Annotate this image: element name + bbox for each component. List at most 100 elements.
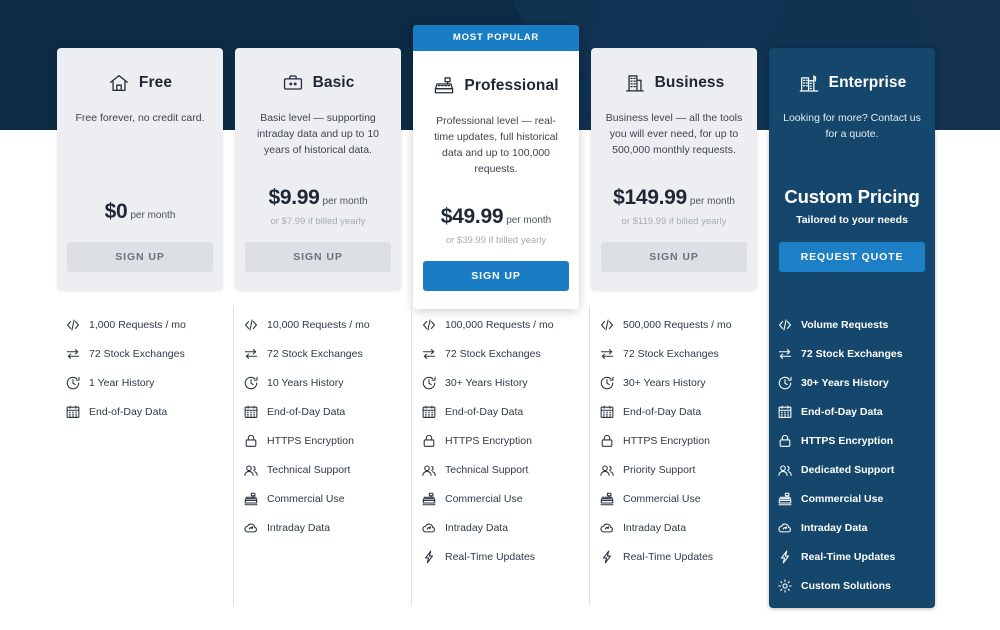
- plan-price-block: Custom Pricing Tailored to your needs: [779, 158, 925, 228]
- feature-label: Commercial Use: [445, 492, 523, 505]
- plan-price-period: per month: [689, 196, 735, 207]
- feature-item: 72 Stock Exchanges: [243, 339, 401, 368]
- register-icon: [243, 491, 259, 507]
- calendar-icon: [599, 404, 615, 420]
- plan-header-professional: Professional: [423, 51, 569, 113]
- sign-up-button-basic[interactable]: SIGN UP: [245, 242, 391, 272]
- gear-icon: [777, 578, 793, 594]
- request-quote-button[interactable]: REQUEST QUOTE: [779, 242, 925, 272]
- plan-price-period: per month: [130, 210, 176, 221]
- feature-label: Real-Time Updates: [801, 550, 896, 563]
- plan-price: $0: [104, 200, 128, 223]
- feature-label: 72 Stock Exchanges: [623, 347, 719, 360]
- cloud-refresh-icon: [243, 520, 259, 536]
- plan-card-professional: MOST POPULAR Professional Professional lev…: [413, 25, 579, 309]
- plan-header-free: Free: [67, 48, 213, 110]
- feature-item: 10 Years History: [243, 368, 401, 397]
- feature-item: Intraday Data: [599, 513, 757, 542]
- feature-item: Real-Time Updates: [599, 542, 757, 571]
- feature-item: Dedicated Support: [777, 455, 935, 484]
- feature-label: Custom Solutions: [801, 579, 891, 592]
- feature-item: 72 Stock Exchanges: [599, 339, 757, 368]
- feature-label: HTTPS Encryption: [445, 434, 532, 447]
- feature-item: End-of-Day Data: [421, 397, 579, 426]
- clock-icon: [599, 375, 615, 391]
- plan-description: Free forever, no credit card.: [75, 112, 205, 124]
- feature-label: 1 Year History: [89, 376, 155, 389]
- calendar-icon: [65, 404, 81, 420]
- feature-item: Commercial Use: [777, 484, 935, 513]
- feature-label: Commercial Use: [801, 492, 884, 505]
- plan-header-enterprise: Enterprise: [779, 48, 925, 110]
- most-popular-badge: MOST POPULAR: [413, 25, 579, 51]
- calendar-icon: [421, 404, 437, 420]
- feature-item: End-of-Day Data: [65, 397, 223, 426]
- feature-label: 500,000 Requests / mo: [623, 318, 732, 331]
- feature-label: 1,000 Requests / mo: [89, 318, 186, 331]
- feature-item: 10,000 Requests / mo: [243, 310, 401, 339]
- clock-icon: [65, 375, 81, 391]
- feature-label: Real-Time Updates: [623, 550, 714, 563]
- feature-item: Real-Time Updates: [421, 542, 579, 571]
- cash-register-icon: [433, 75, 455, 97]
- feature-item: Custom Solutions: [777, 571, 935, 600]
- feature-item: Commercial Use: [421, 484, 579, 513]
- register-icon: [421, 491, 437, 507]
- plan-description: Basic level — supporting intraday data a…: [256, 112, 379, 156]
- register-icon: [599, 491, 615, 507]
- feature-label: Intraday Data: [801, 521, 868, 534]
- plan-title: Basic: [312, 74, 355, 91]
- plan-price-block: $49.99 per month or $39.99 if billed yearl…: [423, 177, 569, 247]
- clock-icon: [421, 375, 437, 391]
- feature-label: End-of-Day Data: [445, 405, 524, 418]
- plan-price-period: per month: [506, 215, 552, 226]
- feature-list-professional: 100,000 Requests / mo 72 Stock Exchanges 3…: [413, 310, 579, 571]
- exchange-icon: [777, 346, 793, 362]
- bolt-icon: [421, 549, 437, 565]
- code-icon: [65, 317, 81, 333]
- users-icon: [777, 462, 793, 478]
- lock-icon: [421, 433, 437, 449]
- feature-list-basic: 10,000 Requests / mo 72 Stock Exchanges 10…: [235, 310, 401, 542]
- lock-icon: [777, 433, 793, 449]
- feature-item: HTTPS Encryption: [243, 426, 401, 455]
- feature-label: Technical Support: [267, 463, 351, 476]
- feature-label: 72 Stock Exchanges: [89, 347, 185, 360]
- feature-label: Real-Time Updates: [445, 550, 536, 563]
- plan-title: Business: [654, 74, 725, 91]
- feature-label: Volume Requests: [801, 318, 889, 331]
- feature-item: 100,000 Requests / mo: [421, 310, 579, 339]
- sign-up-button-professional[interactable]: SIGN UP: [423, 261, 569, 291]
- clock-icon: [243, 375, 259, 391]
- column-divider: [411, 306, 412, 606]
- sign-up-button-business[interactable]: SIGN UP: [601, 242, 747, 272]
- plan-price-block: $149.99 per month or $119.99 if billed yea…: [601, 158, 747, 228]
- code-icon: [421, 317, 437, 333]
- feature-label: HTTPS Encryption: [623, 434, 710, 447]
- feature-label: 72 Stock Exchanges: [445, 347, 541, 360]
- feature-label: 72 Stock Exchanges: [267, 347, 363, 360]
- sign-up-button-free[interactable]: SIGN UP: [67, 242, 213, 272]
- plan-price-period: per month: [322, 196, 368, 207]
- clock-icon: [777, 375, 793, 391]
- feature-item: 30+ Years History: [777, 368, 935, 397]
- plan-header-business: Business: [601, 48, 747, 110]
- feature-label: Intraday Data: [623, 521, 687, 534]
- cloud-refresh-icon: [421, 520, 437, 536]
- feature-item: Intraday Data: [421, 513, 579, 542]
- feature-item: Intraday Data: [777, 513, 935, 542]
- feature-item: End-of-Day Data: [599, 397, 757, 426]
- feature-item: 72 Stock Exchanges: [65, 339, 223, 368]
- feature-item: Real-Time Updates: [777, 542, 935, 571]
- feature-item: HTTPS Encryption: [777, 426, 935, 455]
- feature-item: 30+ Years History: [421, 368, 579, 397]
- feature-item: Technical Support: [243, 455, 401, 484]
- feature-item: HTTPS Encryption: [599, 426, 757, 455]
- feature-label: 10,000 Requests / mo: [267, 318, 370, 331]
- plan-yearly-price: or $7.99 if billed yearly: [270, 216, 366, 227]
- exchange-icon: [243, 346, 259, 362]
- exchange-icon: [421, 346, 437, 362]
- plan-price: $149.99: [613, 186, 687, 209]
- pricing-column-basic: Basic Basic level — supporting intraday d…: [233, 0, 409, 630]
- exchange-icon: [599, 346, 615, 362]
